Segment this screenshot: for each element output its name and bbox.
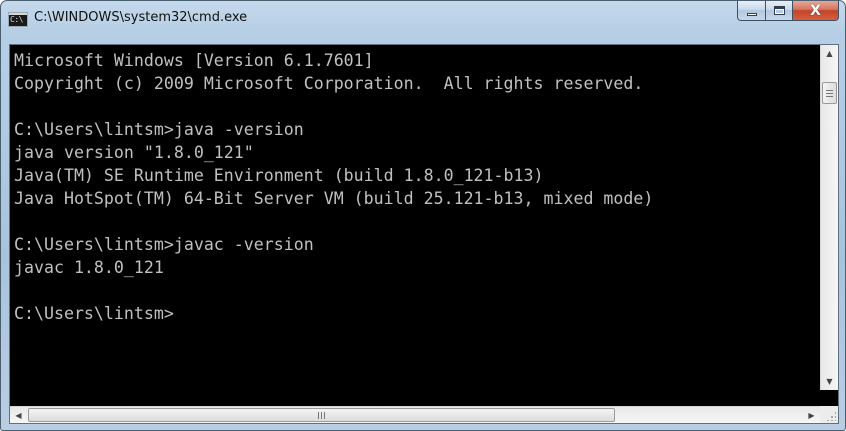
minimize-button[interactable]	[737, 1, 765, 21]
console-line: C:\Users\lintsm>java -version	[14, 120, 304, 139]
vertical-scrollbar[interactable]: ▲ ▼	[820, 45, 838, 390]
grip-line	[324, 411, 325, 419]
console-line: Microsoft Windows [Version 6.1.7601]	[14, 51, 374, 70]
arrow-right-icon: ▶	[808, 410, 815, 420]
vertical-scroll-thumb[interactable]	[822, 82, 837, 104]
maximize-button[interactable]	[765, 1, 792, 21]
console-client-area: Microsoft Windows [Version 6.1.7601] Cop…	[9, 44, 839, 424]
title-bar[interactable]: C:\ C:\WINDOWS\system32\cmd.exe X	[1, 1, 845, 44]
console-prompt: C:\Users\lintsm>	[14, 304, 174, 323]
maximize-icon	[773, 6, 785, 15]
caption-buttons: X	[737, 1, 839, 21]
scrollbar-corner	[820, 406, 838, 423]
horizontal-scrollbar[interactable]: ◀ ▶	[10, 406, 820, 423]
console-line: Java HotSpot(TM) 64-Bit Server VM (build…	[14, 189, 654, 208]
scroll-left-button[interactable]: ◀	[10, 407, 27, 423]
scroll-up-button[interactable]: ▲	[821, 45, 838, 62]
console-line: javac 1.8.0_121	[14, 258, 164, 277]
grip-line	[318, 411, 319, 419]
horizontal-scroll-thumb[interactable]	[28, 408, 615, 422]
arrow-down-icon: ▼	[826, 377, 833, 386]
console-line: java version "1.8.0_121"	[14, 143, 254, 162]
resize-grip-icon[interactable]	[826, 411, 836, 421]
console-line: Copyright (c) 2009 Microsoft Corporation…	[14, 74, 644, 93]
console-line: C:\Users\lintsm>javac -version	[14, 235, 314, 254]
scroll-right-button[interactable]: ▶	[803, 407, 820, 423]
scroll-down-button[interactable]: ▼	[821, 373, 838, 390]
arrow-left-icon: ◀	[15, 410, 22, 420]
close-icon: X	[810, 2, 821, 19]
grip-line	[321, 411, 322, 419]
close-button[interactable]: X	[792, 1, 839, 21]
console-line: Java(TM) SE Runtime Environment (build 1…	[14, 166, 544, 185]
grip-line	[826, 95, 833, 97]
cmd-app-icon[interactable]: C:\	[8, 12, 28, 27]
console-output[interactable]: Microsoft Windows [Version 6.1.7601] Cop…	[10, 45, 820, 390]
window-title: C:\WINDOWS\system32\cmd.exe	[34, 10, 248, 25]
cmd-window: C:\ C:\WINDOWS\system32\cmd.exe X Micros…	[0, 0, 846, 431]
console-prompt-line[interactable]: C:\Users\lintsm>	[14, 302, 820, 325]
arrow-up-icon: ▲	[826, 49, 833, 58]
grip-line	[826, 92, 833, 94]
minimize-icon	[746, 12, 757, 16]
grip-line	[826, 89, 833, 91]
